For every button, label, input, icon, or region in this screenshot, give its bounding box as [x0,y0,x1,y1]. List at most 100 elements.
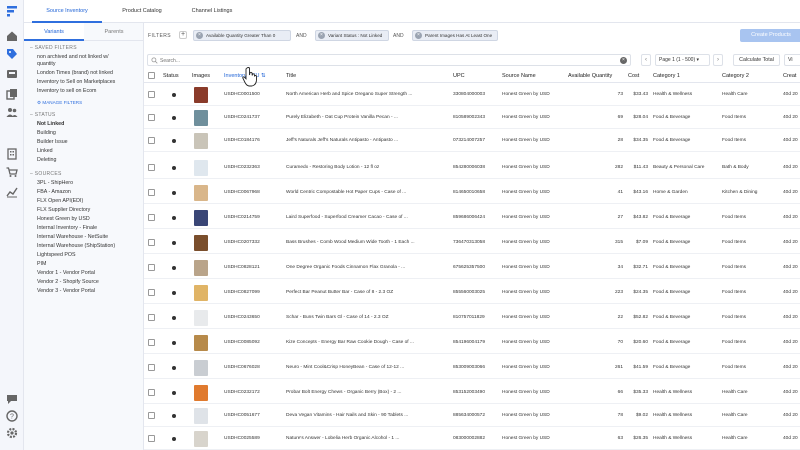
table-row[interactable]: USDHC0207332 Bass Brushes - Comb Wood Me… [144,232,800,254]
row-checkbox[interactable] [148,239,155,246]
add-filter-button[interactable]: + [179,31,187,39]
chart-icon[interactable] [5,185,19,199]
filter-chip[interactable]: × Variant Status : Not Linked [315,30,389,41]
icon-rail: ? [0,0,24,450]
column-upc[interactable]: UPC [453,69,465,83]
saved-filter-item[interactable]: Inventory to Sell on Marketplaces [37,79,115,85]
table-row[interactable]: USDHC0232172 Probar Bolt Energy Chews - … [144,382,800,404]
column-source-name[interactable]: Source Name [502,69,536,83]
tab-product-catalog[interactable]: Product Catalog [112,0,172,23]
saved-filter-item[interactable]: Inventory to sell on Ecom [37,88,96,94]
help-icon[interactable]: ? [5,409,19,423]
tab-channel-listings[interactable]: Channel Listings [184,0,240,23]
filter-chip[interactable]: × Available Quantity Greater Than 0 [193,30,291,41]
close-icon[interactable]: × [318,32,325,39]
inbox-icon[interactable] [5,67,19,81]
calculate-total-button[interactable]: Calculate Total [733,54,780,66]
table-row[interactable]: USDHC0085092 Kize Concepts - Energy Bar … [144,332,800,354]
source-item[interactable]: Vendor 2 - Shopify Source [37,279,99,285]
column-cost[interactable]: Cost [628,69,639,83]
column-status[interactable]: Status [163,69,179,83]
source-item[interactable]: Lightspeed POS [37,252,76,258]
row-checkbox[interactable] [148,389,155,396]
source-item[interactable]: Internal Inventory - Finale [37,225,97,231]
search-input[interactable] [160,57,600,64]
page-select[interactable]: Page 1 (1 - 500) ▾ [655,54,710,66]
row-checkbox[interactable] [148,264,155,271]
cart-icon[interactable] [5,165,19,179]
source-item[interactable]: Honest Green by USD [37,216,90,222]
search-bar[interactable]: × [147,54,631,66]
column-available-quantity[interactable]: Available Quantity [568,69,612,83]
table-row[interactable]: USDHC0214759 Laird Superfood - Superfood… [144,207,800,229]
table-row[interactable]: USDHC0676028 Neuro - Mint Cool&Crisp Hon… [144,357,800,379]
table-row[interactable]: USDHC0184176 Jeff's Naturals Jeff's Natu… [144,130,800,152]
table-row[interactable]: USDHC0067968 World Centric Compostable H… [144,182,800,204]
copy-icon[interactable] [5,87,19,101]
column-created[interactable]: Creat [783,69,796,83]
source-item[interactable]: Vendor 1 - Vendor Portal [37,270,95,276]
source-item[interactable]: PIM [37,261,46,267]
source-item[interactable]: FLX Supplier Directory [37,207,90,213]
column-category-2[interactable]: Category 2 [722,69,749,83]
row-checkbox[interactable] [148,289,155,296]
row-checkbox[interactable] [148,214,155,221]
tab-source-inventory[interactable]: Source Inventory [32,0,102,23]
logo-icon[interactable] [5,4,19,18]
row-checkbox[interactable] [148,314,155,321]
cell-category-1: Food & Beverage [653,290,691,295]
tab-variants[interactable]: Variants [24,23,84,41]
create-products-button[interactable]: Create Products [740,29,800,42]
table-row[interactable]: USDHC0232363 Curamedx - Restoring Body L… [144,157,800,179]
table-row[interactable]: USDHC0025589 Nature's Answer - Lobelia H… [144,428,800,450]
close-icon[interactable]: × [196,32,203,39]
home-icon[interactable] [5,29,19,43]
row-checkbox[interactable] [148,114,155,121]
status-item-building[interactable]: Building [37,130,56,136]
table-row[interactable]: USDHC0241737 Purely Elizabeth - Oat Cup … [144,107,800,129]
table-row[interactable]: USDHC0828121 One Degree Organic Foods Ci… [144,257,800,279]
row-checkbox[interactable] [148,137,155,144]
status-item-builder-issue[interactable]: Builder Issue [37,139,68,145]
gear-icon[interactable] [5,426,19,440]
row-checkbox[interactable] [148,91,155,98]
table-row[interactable]: USDHC0051677 Deva Vegan Vitamins - Hair … [144,405,800,427]
status-item-not-linked[interactable]: Not Linked [37,121,64,127]
filter-chip[interactable]: × Parent Images Has At Least One [412,30,498,41]
row-checkbox[interactable] [148,412,155,419]
table-row[interactable]: USDHC0827099 Perfect Bar Peanut Butter B… [144,282,800,304]
building-icon[interactable] [5,147,19,161]
row-checkbox[interactable] [148,364,155,371]
tag-icon[interactable] [5,47,19,61]
cell-sku: USDHC0207332 [224,240,260,245]
source-item[interactable]: Internal Warehouse (ShipStation) [37,243,115,249]
row-checkbox[interactable] [148,189,155,196]
row-checkbox[interactable] [148,164,155,171]
saved-filter-item[interactable]: quantity [37,61,56,67]
saved-filter-item[interactable]: non archived and not linked w/ [37,54,109,60]
source-item[interactable]: Internal Warehouse - NetSuite [37,234,108,240]
select-all-checkbox[interactable] [148,72,155,79]
column-category-1[interactable]: Category 1 [653,69,680,83]
row-checkbox[interactable] [148,339,155,346]
source-item[interactable]: FBA - Amazon [37,189,71,195]
users-icon[interactable] [5,105,19,119]
status-item-linked[interactable]: Linked [37,148,53,154]
close-icon[interactable]: × [415,32,422,39]
status-item-deleting[interactable]: Deleting [37,157,56,163]
column-images[interactable]: Images [192,69,210,83]
tab-parents[interactable]: Parents [84,23,144,41]
next-page-button[interactable]: › [713,54,723,66]
clear-search-icon[interactable]: × [620,57,627,64]
chat-icon[interactable] [5,392,19,406]
table-row[interactable]: USDHC0243650 Schar - Buns Twin Bars Gl -… [144,307,800,329]
source-item[interactable]: 3PL - ShipHero [37,180,73,186]
view-button[interactable]: Vi [784,54,800,66]
source-item[interactable]: Vendor 3 - Vendor Portal [37,288,95,294]
prev-page-button[interactable]: ‹ [641,54,651,66]
saved-filter-item[interactable]: London Times (brand) not linked [37,70,113,76]
source-item[interactable]: FLX Open API(EDI) [37,198,83,204]
row-checkbox[interactable] [148,435,155,442]
manage-filters-link[interactable]: ⚙ MANAGE FILTERS [37,100,82,106]
column-title[interactable]: Title [286,69,296,83]
